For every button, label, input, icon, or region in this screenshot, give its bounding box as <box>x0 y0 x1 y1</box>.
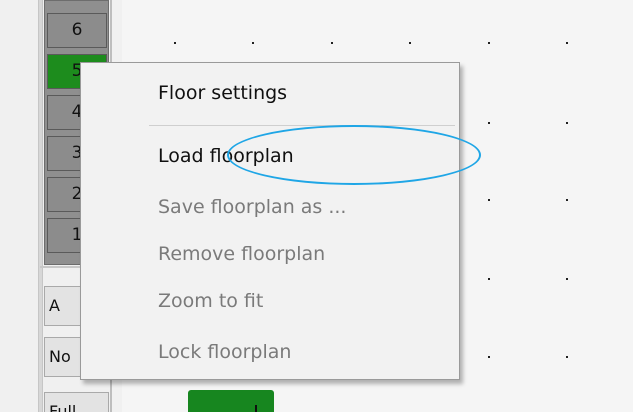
grid-dot <box>488 42 490 44</box>
grid-dot <box>488 356 490 358</box>
grid-dot <box>174 42 176 44</box>
grid-dot <box>566 199 568 201</box>
grid-dot <box>566 42 568 44</box>
grid-dot <box>488 278 490 280</box>
grid-dot <box>566 356 568 358</box>
floor-object[interactable] <box>188 390 274 412</box>
highlight-annotation <box>227 125 481 185</box>
menu-item-lock-floorplan[interactable]: Lock floorplan <box>158 337 291 367</box>
grid-dot <box>488 122 490 124</box>
menu-item-remove-floorplan[interactable]: Remove floorplan <box>158 239 325 269</box>
floor-button-6[interactable]: 6 <box>47 13 107 48</box>
panel-scrollbar[interactable] <box>38 0 43 412</box>
grid-dot <box>252 42 254 44</box>
grid-dot <box>331 42 333 44</box>
grid-dot <box>488 199 490 201</box>
context-menu: Floor settings Load floorplan Save floor… <box>80 62 460 380</box>
menu-item-floor-settings[interactable]: Floor settings <box>158 78 287 108</box>
grid-dot <box>566 122 568 124</box>
side-button-full[interactable]: Full <box>44 392 109 412</box>
menu-item-zoom-to-fit[interactable]: Zoom to fit <box>158 286 263 316</box>
grid-dot <box>566 278 568 280</box>
menu-item-save-floorplan-as[interactable]: Save floorplan as ... <box>158 192 346 222</box>
grid-dot <box>409 42 411 44</box>
floor-object-marker <box>255 405 257 412</box>
menu-separator <box>149 125 455 126</box>
